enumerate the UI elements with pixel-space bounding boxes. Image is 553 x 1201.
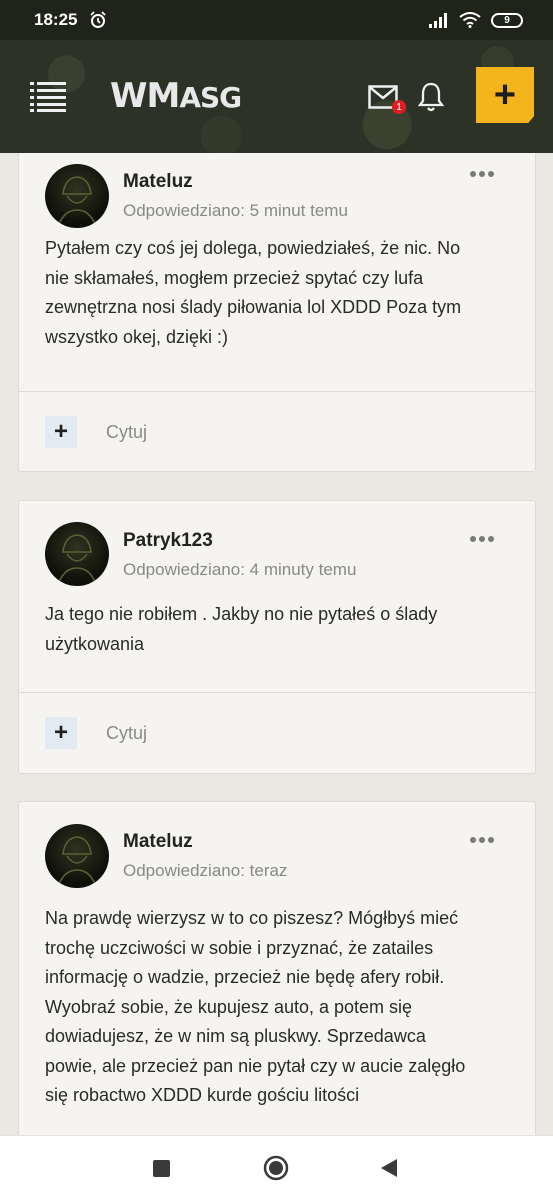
- add-button[interactable]: +: [476, 67, 534, 123]
- post-line: powie, ale przecież pan nie pytał czy w …: [45, 1055, 466, 1076]
- post-line: informację o wadzie, przecież nie będę a…: [45, 967, 445, 987]
- avatar[interactable]: [45, 522, 109, 586]
- post-meta: Odpowiedziano: teraz: [123, 861, 288, 880]
- menu-icon[interactable]: [30, 81, 66, 112]
- post-line: Na prawdę wierzysz w to co piszesz? Mógł…: [45, 908, 459, 928]
- more-options-icon[interactable]: [469, 835, 495, 845]
- more-options-icon[interactable]: [469, 169, 495, 179]
- quote-button[interactable]: Cytuj: [106, 422, 147, 443]
- post-line: Pytałem czy coś jej dolega, powiedziałeś…: [45, 238, 461, 258]
- post-meta: Odpowiedziano: 5 minut temu: [123, 201, 348, 220]
- avatar[interactable]: [45, 164, 109, 228]
- app-header: WMASG 1 +: [0, 40, 553, 153]
- post-meta: Odpowiedziano: 4 minuty temu: [123, 560, 357, 579]
- post-author[interactable]: Mateluz: [123, 831, 193, 853]
- recent-apps-icon[interactable]: [153, 1160, 170, 1177]
- post-body: Na prawdę wierzysz w to co piszesz? Mógł…: [45, 904, 515, 1111]
- battery-level: 9: [504, 14, 510, 26]
- plus-one-button[interactable]: +: [45, 717, 77, 749]
- logo-main: WM: [110, 76, 180, 116]
- avatar[interactable]: [45, 824, 109, 888]
- soldier-avatar-icon: [58, 836, 96, 885]
- status-bar: 18:25 9: [0, 0, 553, 40]
- divider: [19, 391, 535, 392]
- system-nav-bar: [0, 1135, 553, 1201]
- back-icon[interactable]: [380, 1158, 398, 1178]
- post-line: trochę uczciwości w sobie i przyznać, że…: [45, 937, 434, 958]
- post-line: nie skłamałeś, mogłem przecież spytać cz…: [45, 267, 424, 288]
- soldier-avatar-icon: [58, 534, 96, 583]
- logo[interactable]: WMASG: [110, 76, 242, 116]
- mail-badge: 1: [392, 100, 406, 114]
- post: Mateluz Odpowiedziano: 5 minut temu Pyta…: [18, 153, 536, 472]
- post-line: dowiadujesz, że w nim są pluskwy. Sprzed…: [45, 1026, 426, 1046]
- soldier-avatar-icon: [58, 176, 96, 225]
- post-line: Wyobraź sobie, że kupujesz auto, a potem…: [45, 996, 413, 1017]
- post-line: się robactwo XDDD kurde gościu litości: [45, 1085, 360, 1105]
- post-line: Ja tego nie robiłem . Jakby no nie pytał…: [45, 604, 438, 624]
- bell-icon[interactable]: [418, 82, 444, 112]
- wifi-icon: [459, 12, 481, 28]
- post-line: zewnętrzna nosi ślady piłowania lol XDDD…: [45, 297, 462, 317]
- post-body: Pytałem czy coś jej dolega, powiedziałeś…: [45, 234, 515, 352]
- post-line: wszystko okej, dzięki :): [45, 326, 229, 347]
- battery-icon: 9: [491, 12, 523, 28]
- plus-one-button[interactable]: +: [45, 416, 77, 448]
- logo-small: ASG: [179, 81, 242, 114]
- thread-content: Mateluz Odpowiedziano: 5 minut temu Pyta…: [0, 153, 553, 1135]
- alarm-icon: [90, 11, 107, 28]
- status-time: 18:25: [34, 10, 78, 29]
- quote-button[interactable]: Cytuj: [106, 723, 147, 744]
- post-author[interactable]: Patryk123: [123, 530, 213, 552]
- post-author[interactable]: Mateluz: [123, 171, 193, 193]
- post-body: Ja tego nie robiłem . Jakby no nie pytał…: [45, 600, 515, 659]
- more-options-icon[interactable]: [469, 534, 495, 544]
- signal-icon: [429, 13, 447, 28]
- divider: [19, 692, 535, 693]
- post: Patryk123 Odpowiedziano: 4 minuty temu J…: [18, 500, 536, 774]
- home-icon[interactable]: [263, 1155, 289, 1181]
- post-line: użytkowania: [45, 633, 145, 654]
- post: Mateluz Odpowiedziano: teraz Na prawdę w…: [18, 801, 536, 1135]
